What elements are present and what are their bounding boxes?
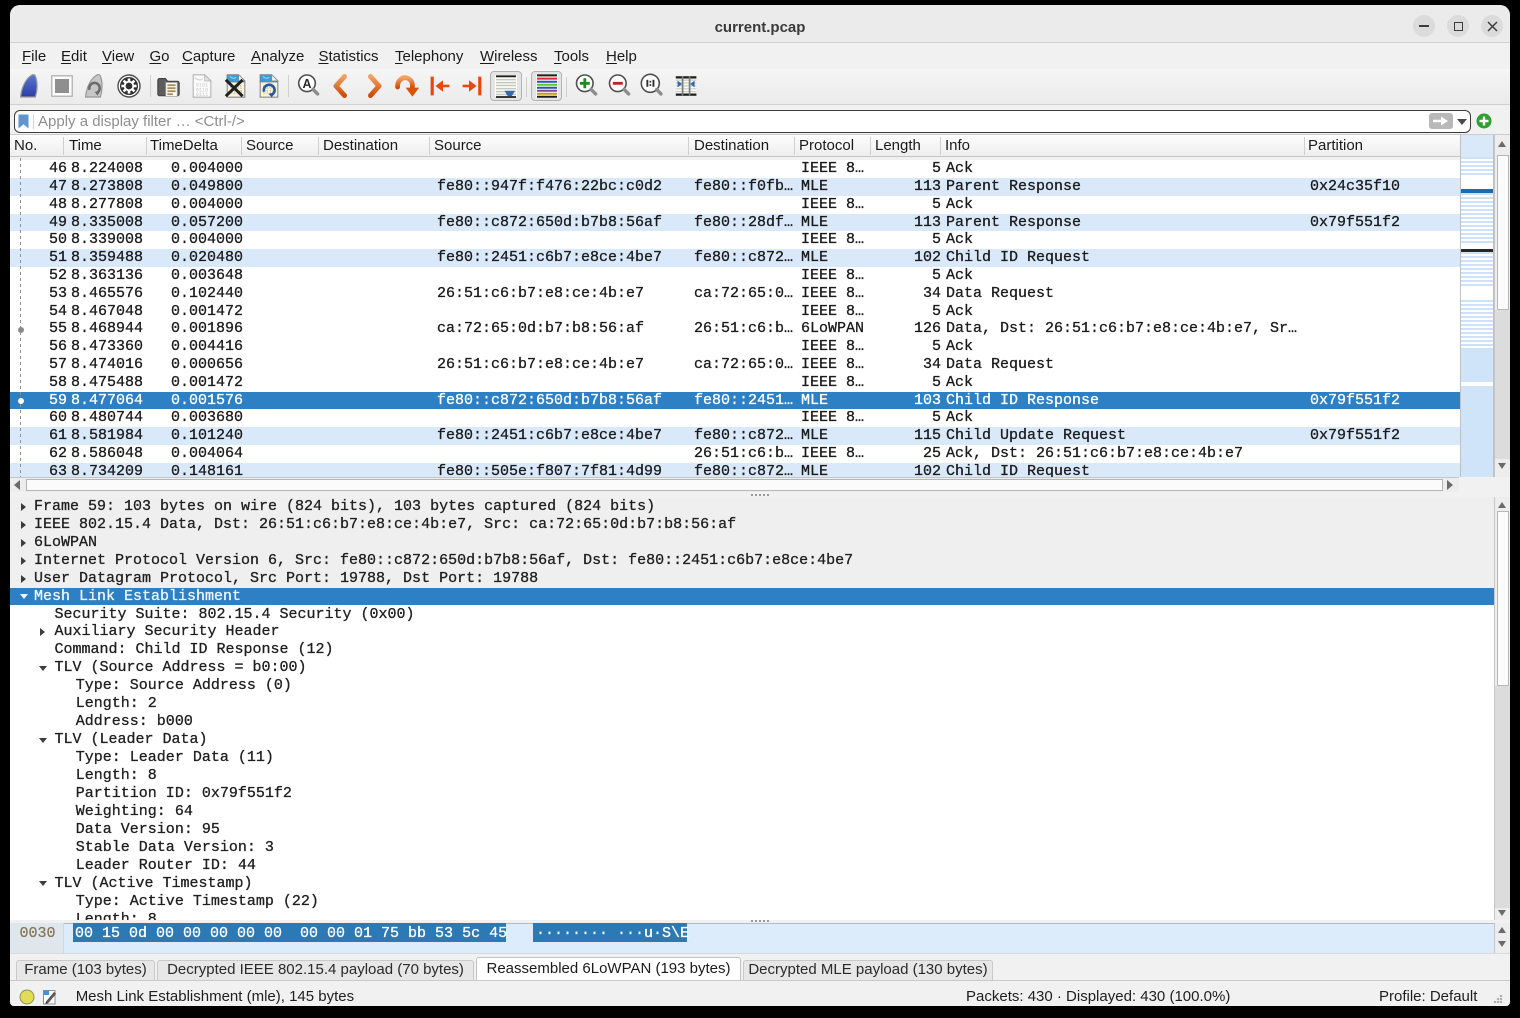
svg-text:0111: 0111 <box>196 92 208 98</box>
svg-text:A: A <box>302 77 311 91</box>
